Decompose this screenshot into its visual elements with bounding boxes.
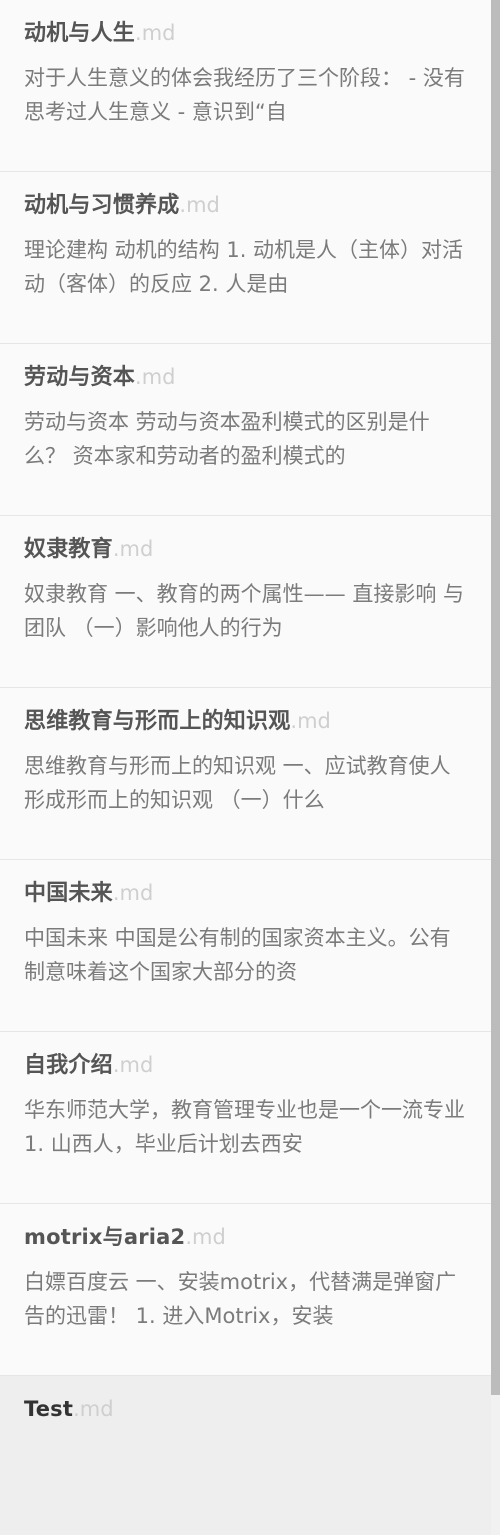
file-title-row: 自我介绍.md [24,1048,471,1083]
file-item-test-selected[interactable]: Test.md [0,1376,491,1535]
file-excerpt: 劳动与资本 劳动与资本盈利模式的区别是什么？ 资本家和劳动者的盈利模式的 [24,410,430,468]
file-extension: .md [185,1225,226,1249]
file-title-row: Test.md [24,1392,471,1427]
file-extension: .md [112,537,154,561]
file-extension: .md [179,193,220,217]
file-list-pane: 动机与人生.md 对于人生意义的体会我经历了三个阶段： - 没有思考过人生意义 … [0,0,500,1535]
file-excerpt: 中国未来 中国是公有制的国家资本主义。公有制意味着这个国家大部分的资 [24,926,451,984]
file-excerpt: 白嫖百度云 一、安装motrix，代替满是弹窗广告的迅雷！ 1. 进入Motri… [24,1270,457,1328]
file-title: Test [24,1397,74,1421]
file-excerpt: 奴隶教育 一、教育的两个属性—— 直接影响 与 团队 （一）影响他人的行为 [24,582,465,640]
file-title-row: 动机与人生.md [24,16,471,51]
file-title-row: 劳动与资本.md [24,360,471,395]
file-title-row: 思维教育与形而上的知识观.md [24,704,471,739]
file-title-row: 奴隶教育.md [24,532,471,567]
file-item-dongji-xiguan[interactable]: 动机与习惯养成.md 理论建构 动机的结构 1. 动机是人（主体）对活动（客体）… [0,172,491,344]
file-title: 奴隶教育 [24,537,113,562]
file-title: 动机与人生 [24,21,136,46]
file-item-dongji-rensheng[interactable]: 动机与人生.md 对于人生意义的体会我经历了三个阶段： - 没有思考过人生意义 … [0,0,491,172]
file-title-row: 动机与习惯养成.md [24,188,471,223]
file-excerpt: 对于人生意义的体会我经历了三个阶段： - 没有思考过人生意义 - 意识到“自 [24,66,465,124]
file-excerpt: 理论建构 动机的结构 1. 动机是人（主体）对活动（客体）的反应 2. 人是由 [24,238,464,296]
file-extension: .md [135,21,176,45]
file-title: motrix与aria2 [24,1225,186,1249]
file-extension: .md [135,365,176,389]
file-item-siwei-jiaoyu[interactable]: 思维教育与形而上的知识观.md 思维教育与形而上的知识观 一、应试教育使人形成形… [0,688,491,860]
file-title: 思维教育与形而上的知识观 [24,709,291,734]
file-excerpt: 思维教育与形而上的知识观 一、应试教育使人形成形而上的知识观 （一）什么 [24,754,451,812]
vertical-scrollbar[interactable] [491,0,500,1535]
file-list: 动机与人生.md 对于人生意义的体会我经历了三个阶段： - 没有思考过人生意义 … [0,0,491,1535]
file-extension: .md [73,1397,114,1421]
file-item-laodong-ziben[interactable]: 劳动与资本.md 劳动与资本 劳动与资本盈利模式的区别是什么？ 资本家和劳动者的… [0,344,491,516]
file-title-row: motrix与aria2.md [24,1220,471,1255]
file-extension: .md [112,1053,154,1077]
file-item-nuli-jiaoyu[interactable]: 奴隶教育.md 奴隶教育 一、教育的两个属性—— 直接影响 与 团队 （一）影响… [0,516,491,688]
file-item-zhongguo-weilai[interactable]: 中国未来.md 中国未来 中国是公有制的国家资本主义。公有制意味着这个国家大部分… [0,860,491,1032]
file-title: 劳动与资本 [24,365,136,390]
file-extension: .md [112,881,154,905]
file-title-row: 中国未来.md [24,876,471,911]
file-title: 动机与习惯养成 [24,193,180,218]
file-title: 中国未来 [24,881,113,906]
file-extension: .md [290,709,331,733]
file-excerpt: 华东师范大学，教育管理专业也是一个一流专业 1. 山西人，毕业后计划去西安 [24,1098,465,1156]
file-title: 自我介绍 [24,1053,113,1078]
file-item-motrix-aria2[interactable]: motrix与aria2.md 白嫖百度云 一、安装motrix，代替满是弹窗广… [0,1204,491,1376]
scrollbar-thumb[interactable] [491,0,500,1395]
file-item-ziwo-jieshao[interactable]: 自我介绍.md 华东师范大学，教育管理专业也是一个一流专业 1. 山西人，毕业后… [0,1032,491,1204]
